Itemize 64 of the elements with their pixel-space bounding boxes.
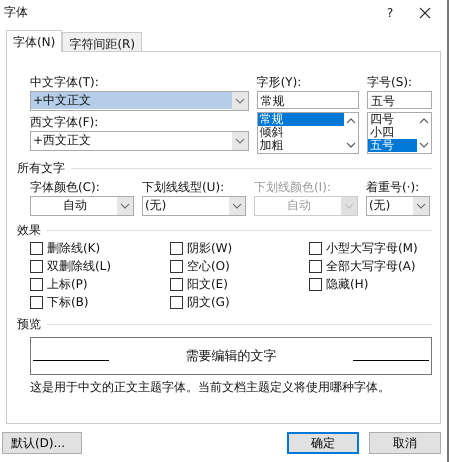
checkbox-label: 小型大写字母(M): [326, 240, 418, 257]
preview-text: 需要编辑的文字: [186, 348, 276, 365]
text-field[interactable]: 五号: [367, 90, 432, 109]
tab[interactable]: 字符间距(R): [62, 32, 142, 52]
dropdown[interactable]: (无): [142, 196, 246, 216]
checkbox[interactable]: [30, 260, 43, 273]
dialog-button[interactable]: 取消: [369, 432, 441, 454]
checkbox[interactable]: [309, 260, 322, 273]
section-heading: 所有文字: [17, 160, 65, 177]
field-label: 字体颜色(C):: [30, 178, 101, 195]
dialog-button[interactable]: 确定: [287, 432, 359, 454]
dropdown[interactable]: 自动: [30, 196, 134, 216]
checkbox-label: 下标(B): [47, 294, 89, 311]
chevron-down-icon: [341, 196, 357, 215]
text-field[interactable]: 常规: [256, 90, 360, 109]
chevron-down-icon: [413, 196, 429, 215]
chevron-down-icon: [232, 132, 248, 150]
chevron-down-icon: [117, 196, 133, 215]
checkbox[interactable]: [170, 260, 183, 273]
checkbox[interactable]: [170, 296, 183, 309]
help-button[interactable]: ?: [375, 6, 405, 20]
checkbox[interactable]: [30, 242, 43, 255]
list-item[interactable]: 倾斜: [258, 126, 344, 139]
chevron-down-icon: [232, 92, 248, 110]
checkbox-label: 上标(P): [47, 276, 88, 293]
list-item[interactable]: 加粗: [258, 138, 344, 152]
description-text: 这是用于中文的正文主题字体。当前文档主题定义将使用哪种字体。: [30, 378, 391, 396]
field-label: 中文字体(T):: [30, 74, 100, 90]
dropdown[interactable]: (无): [366, 196, 430, 216]
field-label: 西文字体(F):: [30, 114, 100, 130]
option-list[interactable]: 四号 小四 五号: [367, 112, 432, 154]
checkbox-label: 空心(O): [187, 258, 230, 275]
list-item[interactable]: 五号: [368, 138, 417, 152]
close-icon[interactable]: [419, 6, 431, 19]
section-heading: 效果: [17, 222, 41, 239]
checkbox-label: 阴文(G): [187, 294, 230, 311]
checkbox[interactable]: [309, 278, 322, 291]
checkbox[interactable]: [30, 296, 43, 309]
field-label: 字号(S):: [367, 74, 414, 90]
checkbox-label: 阴影(W): [187, 240, 232, 257]
font-dropdown[interactable]: +西文正文: [30, 130, 249, 151]
font-dropdown[interactable]: +中文正文: [30, 90, 249, 111]
option-list[interactable]: 常规 倾斜 加粗: [256, 112, 360, 154]
tab[interactable]: 字体(N): [6, 30, 62, 52]
checkbox-label: 全部大写字母(A): [326, 258, 416, 275]
window-title: 字体: [4, 4, 29, 22]
field-label: 下划线线型(U):: [142, 178, 226, 195]
list-item[interactable]: 小四: [368, 126, 417, 139]
chevron-down-icon: [229, 196, 245, 215]
section-heading: 预览: [17, 316, 41, 333]
field-label: 着重号(·):: [366, 178, 420, 195]
list-item[interactable]: 常规: [258, 112, 344, 126]
checkbox[interactable]: [30, 278, 43, 291]
field-label: 下划线颜色(I):: [254, 178, 332, 195]
dialog-button[interactable]: 默认(D)...: [2, 432, 82, 454]
checkbox[interactable]: [309, 242, 322, 255]
checkbox[interactable]: [170, 278, 183, 291]
checkbox[interactable]: [170, 242, 183, 255]
checkbox-label: 双删除线(L): [47, 258, 112, 275]
checkbox-label: 阳文(E): [187, 276, 228, 293]
checkbox-label: 删除线(K): [47, 240, 100, 257]
list-item[interactable]: 四号: [368, 112, 417, 126]
checkbox-label: 隐藏(H): [326, 276, 368, 293]
field-label: 字形(Y):: [256, 74, 302, 90]
